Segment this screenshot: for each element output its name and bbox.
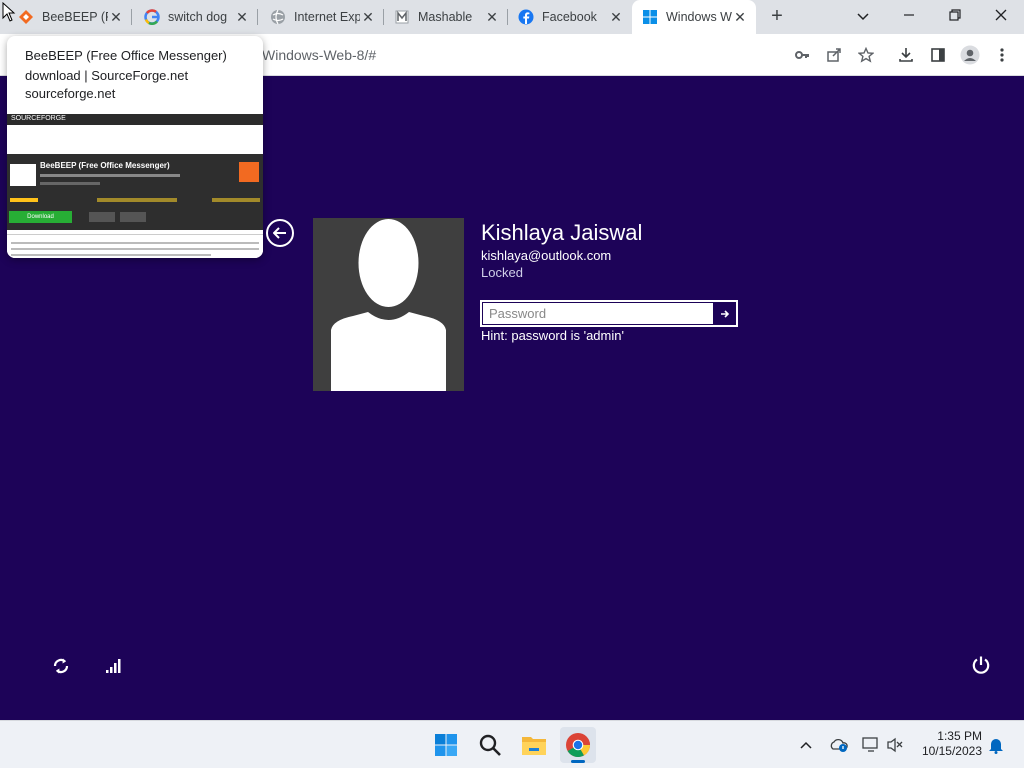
start-button[interactable] bbox=[428, 727, 464, 763]
system-clock[interactable]: 1:35 PM 10/15/2023 bbox=[912, 729, 982, 759]
lock-status: Locked bbox=[481, 265, 523, 280]
download-icon[interactable] bbox=[894, 43, 918, 67]
clock-date: 10/15/2023 bbox=[921, 744, 982, 758]
thumb-heading: BeeBEEP (Free Office Messenger) bbox=[40, 161, 170, 170]
tab-title: Windows W bbox=[666, 10, 732, 24]
browser-tab-strip: BeeBEEP (Fr ✕ switch dog ✕ Internet Exp … bbox=[0, 0, 1024, 34]
close-tab-icon[interactable]: ✕ bbox=[732, 9, 748, 25]
submit-arrow-button[interactable] bbox=[713, 302, 736, 325]
tab-mashable[interactable]: Mashable ✕ bbox=[384, 0, 508, 34]
close-tab-icon[interactable]: ✕ bbox=[608, 9, 624, 25]
search-icon[interactable] bbox=[472, 727, 508, 763]
password-hint: Hint: password is 'admin' bbox=[481, 328, 624, 343]
onedrive-icon[interactable] bbox=[828, 734, 850, 756]
restore-button[interactable] bbox=[940, 5, 970, 27]
close-tab-icon[interactable]: ✕ bbox=[484, 9, 500, 25]
tab-internet-explorer[interactable]: Internet Exp ✕ bbox=[260, 0, 384, 34]
sourceforge-icon bbox=[18, 9, 34, 25]
minimize-button[interactable] bbox=[894, 5, 924, 27]
facebook-icon bbox=[518, 9, 534, 25]
password-input[interactable] bbox=[482, 302, 713, 325]
thumb-download-button: Download bbox=[9, 211, 72, 223]
google-icon bbox=[144, 9, 160, 26]
hover-card-domain: sourceforge.net bbox=[25, 86, 116, 101]
share-icon[interactable] bbox=[822, 43, 846, 67]
power-icon[interactable] bbox=[970, 654, 992, 676]
chrome-taskbar-icon[interactable] bbox=[560, 727, 596, 763]
close-tab-icon[interactable]: ✕ bbox=[108, 9, 124, 25]
network-signal-icon[interactable] bbox=[102, 655, 124, 677]
globe-icon bbox=[270, 9, 286, 25]
thumb-app-logo bbox=[10, 164, 36, 186]
tab-facebook[interactable]: Facebook ✕ bbox=[508, 0, 632, 34]
bookmark-star-icon[interactable] bbox=[854, 43, 878, 67]
show-hidden-icons-chevron-icon[interactable] bbox=[795, 734, 817, 756]
ease-of-access-icon[interactable] bbox=[50, 655, 72, 677]
thumb-brand: SOURCEFORGE bbox=[11, 115, 66, 122]
hover-card-title: BeeBEEP (Free Office Messenger) download… bbox=[25, 48, 227, 83]
clock-time: 1:35 PM bbox=[937, 729, 982, 743]
user-name: Kishlaya Jaiswal bbox=[481, 220, 643, 245]
display-icon[interactable] bbox=[860, 734, 882, 756]
password-box bbox=[480, 300, 738, 327]
user-email: kishlaya@outlook.com bbox=[481, 248, 612, 263]
close-window-button[interactable] bbox=[986, 5, 1016, 27]
windows-icon bbox=[642, 9, 658, 25]
address-bar[interactable]: Windows-Web-8/# bbox=[262, 47, 376, 63]
tab-switch-dog[interactable]: switch dog ✕ bbox=[134, 0, 258, 34]
back-button[interactable] bbox=[266, 219, 294, 247]
tab-title: Mashable bbox=[418, 10, 473, 24]
side-panel-icon[interactable] bbox=[926, 43, 950, 67]
volume-muted-icon[interactable] bbox=[884, 734, 906, 756]
active-app-indicator bbox=[571, 760, 585, 763]
menu-kebab-icon[interactable] bbox=[990, 43, 1014, 67]
notification-bell-icon[interactable] bbox=[985, 734, 1007, 756]
tab-search-icon[interactable] bbox=[848, 5, 878, 27]
close-tab-icon[interactable]: ✕ bbox=[360, 9, 376, 25]
tab-title: Facebook bbox=[542, 10, 597, 24]
close-tab-icon[interactable]: ✕ bbox=[234, 9, 250, 25]
tab-title: Internet Exp bbox=[294, 10, 360, 24]
profile-avatar-icon[interactable] bbox=[958, 43, 982, 67]
tab-title: switch dog bbox=[168, 10, 228, 24]
tab-hover-card: BeeBEEP (Free Office Messenger) download… bbox=[7, 36, 263, 258]
windows-taskbar: 1:35 PM 10/15/2023 bbox=[0, 720, 1024, 768]
hover-card-thumbnail: SOURCEFORGE BeeBEEP (Free Office Messeng… bbox=[7, 114, 263, 258]
file-explorer-icon[interactable] bbox=[516, 727, 552, 763]
mouse-cursor-icon bbox=[2, 1, 16, 27]
key-icon[interactable] bbox=[790, 43, 814, 67]
tab-title: BeeBEEP (Fr bbox=[42, 10, 108, 24]
mashable-icon bbox=[394, 9, 410, 25]
new-tab-button[interactable]: + bbox=[766, 6, 788, 28]
tab-beebeep[interactable]: BeeBEEP (Fr ✕ bbox=[8, 0, 132, 34]
tab-windows-web[interactable]: Windows W ✕ bbox=[632, 0, 756, 34]
user-avatar bbox=[313, 218, 464, 391]
